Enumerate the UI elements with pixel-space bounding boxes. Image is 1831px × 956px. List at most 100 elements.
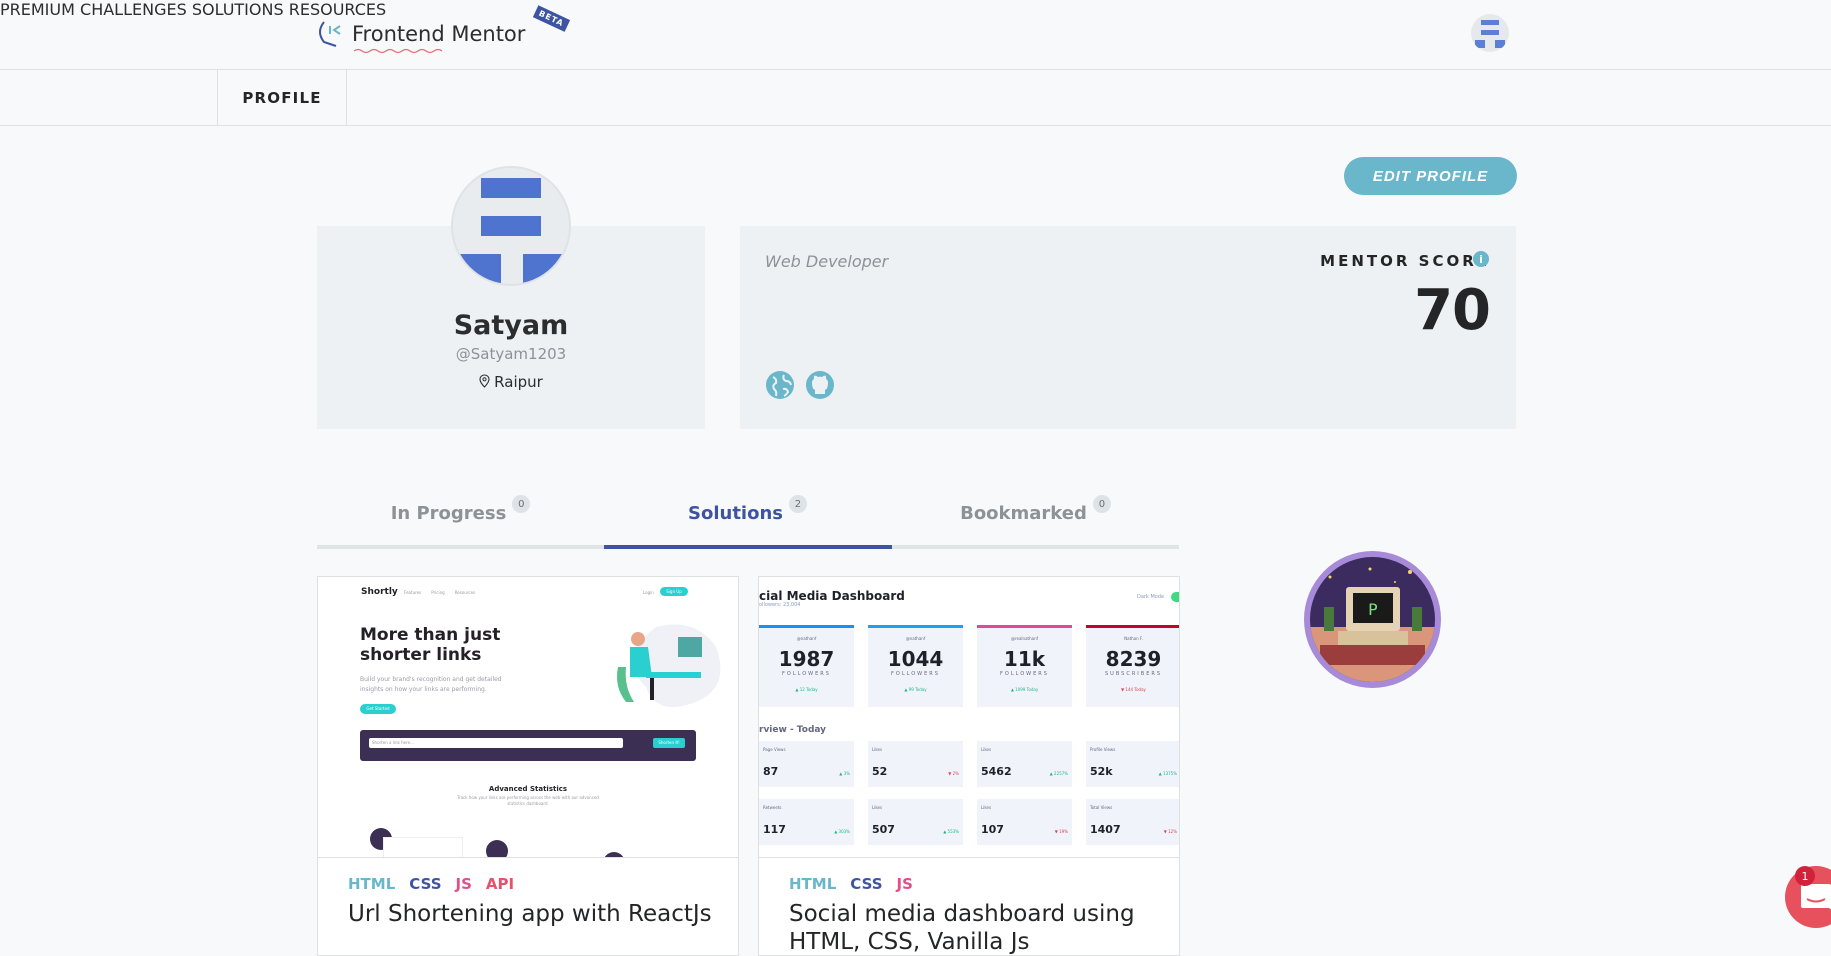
tag-html[interactable]: HTML — [789, 875, 836, 893]
solutions-tabs: In Progress 0 Solutions 2 Bookmarked 0 — [317, 490, 1179, 550]
profile-avatar — [451, 166, 571, 286]
preview-overview-number: 52k — [1090, 765, 1113, 778]
tab-count: 0 — [1092, 495, 1111, 513]
preview-card-handle: @realnathanf — [1010, 636, 1039, 641]
profile-name: Satyam — [453, 310, 569, 341]
preview-card-delta: ▲ 1099 Today — [1010, 687, 1039, 692]
logo-mark-icon — [319, 21, 341, 47]
solution-card[interactable]: cial Media Dashboard ollowers: 23,004 Da… — [758, 576, 1180, 956]
solution-title[interactable]: Url Shortening app with ReactJs — [348, 900, 728, 928]
edit-profile-button[interactable]: EDIT PROFILE — [1344, 157, 1517, 195]
active-tab-indicator — [604, 545, 892, 549]
preview-card-number: 1044 — [887, 647, 944, 671]
preview-overview-number: 117 — [763, 823, 786, 836]
achievement-badge[interactable]: P — [1304, 551, 1441, 688]
preview-headline: shorter links — [360, 645, 482, 665]
preview-overview-number: 507 — [872, 823, 895, 836]
preview-brand: Shortly — [361, 587, 398, 597]
preview-card-delta: ▼ 144 Today — [1121, 687, 1146, 692]
preview-overview-card: Likes 5462 ▲ 2257% — [977, 741, 1072, 787]
preview-illustration-icon — [617, 624, 721, 707]
preview-subtext: Build your brand's recognition and get d… — [360, 676, 502, 683]
avatar-identicon-icon — [1475, 20, 1505, 48]
tag-js[interactable]: JS — [897, 875, 913, 893]
preview-overview-card: Likes 107 ▼ 19% — [977, 799, 1072, 845]
preview-overview-card: Page Views 87 ▲ 3% — [759, 741, 854, 787]
preview-card-unit: FOLLOWERS — [1000, 671, 1049, 677]
preview-total-followers: ollowers: 23,004 — [759, 602, 801, 608]
tab-bookmarked[interactable]: Bookmarked 0 — [892, 490, 1179, 550]
profile-bio: Web Developer — [765, 252, 889, 271]
preview-title: cial Media Dashboard — [759, 589, 905, 603]
nav-premium[interactable]: PREMIUM — [0, 0, 75, 19]
preview-subtext: insights on how your links are performin… — [360, 686, 487, 693]
tabs-underline — [317, 545, 1179, 549]
preview-card-unit: FOLLOWERS — [782, 671, 831, 677]
tab-solutions[interactable]: Solutions 2 — [604, 490, 891, 550]
tag-js[interactable]: JS — [456, 875, 472, 893]
solution-card[interactable]: Shortly Features Pricing Resources Login… — [317, 576, 739, 956]
preview-headline: More than just — [360, 625, 501, 645]
preview-card-unit: FOLLOWERS — [891, 671, 940, 677]
preview-card-unit: SUBSCRIBERS — [1104, 671, 1163, 677]
preview-link: Resources — [454, 590, 476, 595]
retro-computer-badge-icon: P — [1310, 557, 1435, 682]
tag-html[interactable]: HTML — [348, 875, 395, 893]
tab-label: In Progress — [390, 503, 507, 524]
preview-card-delta: ▲ 99 Today — [904, 687, 927, 692]
preview-link: Features — [404, 590, 422, 595]
globe-icon[interactable] — [764, 369, 796, 401]
preview-overview-delta: ▼ 19% — [1054, 829, 1068, 834]
tab-profile[interactable]: PROFILE — [217, 70, 347, 126]
preview-follower-card: @realnathanf 11k FOLLOWERS ▲ 1099 Today — [977, 625, 1072, 707]
profile-subnav: PROFILE — [0, 70, 1831, 126]
preview-follower-card: @nathanf 1987 FOLLOWERS ▲ 12 Today — [759, 625, 854, 707]
preview-shorten: Shorten It! — [653, 738, 685, 748]
preview-overview-label: Likes — [872, 747, 883, 752]
preview-overview: rview - Today — [759, 725, 827, 735]
preview-overview-label: Likes — [981, 747, 992, 752]
preview-overview-number: 5462 — [981, 765, 1012, 778]
chat-unread-count: 1 — [1795, 866, 1815, 886]
preview-cta: Get Started — [360, 704, 396, 714]
user-avatar[interactable] — [1471, 14, 1509, 52]
profile-handle: @Satyam1203 — [455, 345, 567, 363]
preview-overview-number: 1407 — [1090, 823, 1121, 836]
tab-label: Bookmarked — [960, 503, 1087, 524]
solution-title[interactable]: Social media dashboard using HTML, CSS, … — [789, 900, 1169, 955]
top-navbar: Frontend Mentor BETA PREMIUM CHALLENGES … — [0, 0, 1831, 70]
preview-card-delta: ▲ 12 Today — [795, 687, 818, 692]
preview-follower-card: Nathan F. 8239 SUBSCRIBERS ▼ 144 Today — [1086, 625, 1179, 707]
preview-card-handle: @nathanf — [796, 636, 817, 641]
nav-challenges[interactable]: CHALLENGES — [80, 0, 187, 19]
preview-overview-number: 107 — [981, 823, 1004, 836]
preview-card-number: 8239 — [1105, 647, 1162, 671]
github-icon[interactable] — [804, 369, 836, 401]
preview-stats-title: Advanced Statistics — [488, 785, 568, 793]
solution-tags: HTML CSS JS — [789, 875, 913, 893]
solution-screenshot: cial Media Dashboard ollowers: 23,004 Da… — [759, 577, 1179, 858]
preview-overview-label: Profile Views — [1090, 747, 1116, 752]
tab-count: 0 — [512, 495, 531, 513]
tab-in-progress[interactable]: In Progress 0 — [317, 490, 604, 550]
solution-screenshot: Shortly Features Pricing Resources Login… — [318, 577, 738, 858]
location-text: Raipur — [494, 373, 543, 391]
preview-card-handle: @nathanf — [905, 636, 926, 641]
preview-signup: Sign Up — [660, 587, 688, 596]
tag-api[interactable]: API — [486, 875, 514, 893]
nav-solutions[interactable]: SOLUTIONS — [192, 0, 284, 19]
preview-overview-card: Retweets 117 ▲ 303% — [759, 799, 854, 845]
site-logo[interactable]: Frontend Mentor BETA — [316, 5, 570, 54]
solution-tags: HTML CSS JS API — [348, 875, 514, 893]
svg-text:P: P — [1368, 600, 1378, 619]
preview-overview-delta: ▲ 3% — [839, 771, 850, 776]
info-icon[interactable]: i — [1473, 251, 1489, 267]
tab-count: 2 — [788, 495, 807, 513]
preview-overview-number: 87 — [763, 765, 779, 778]
mentor-score-value: 70 — [1414, 278, 1491, 343]
tag-css[interactable]: CSS — [409, 875, 441, 893]
tag-css[interactable]: CSS — [850, 875, 882, 893]
preview-overview-label: Total Views — [1090, 805, 1113, 810]
preview-card-number: 1987 — [778, 647, 835, 671]
preview-overview-label: Likes — [981, 805, 992, 810]
